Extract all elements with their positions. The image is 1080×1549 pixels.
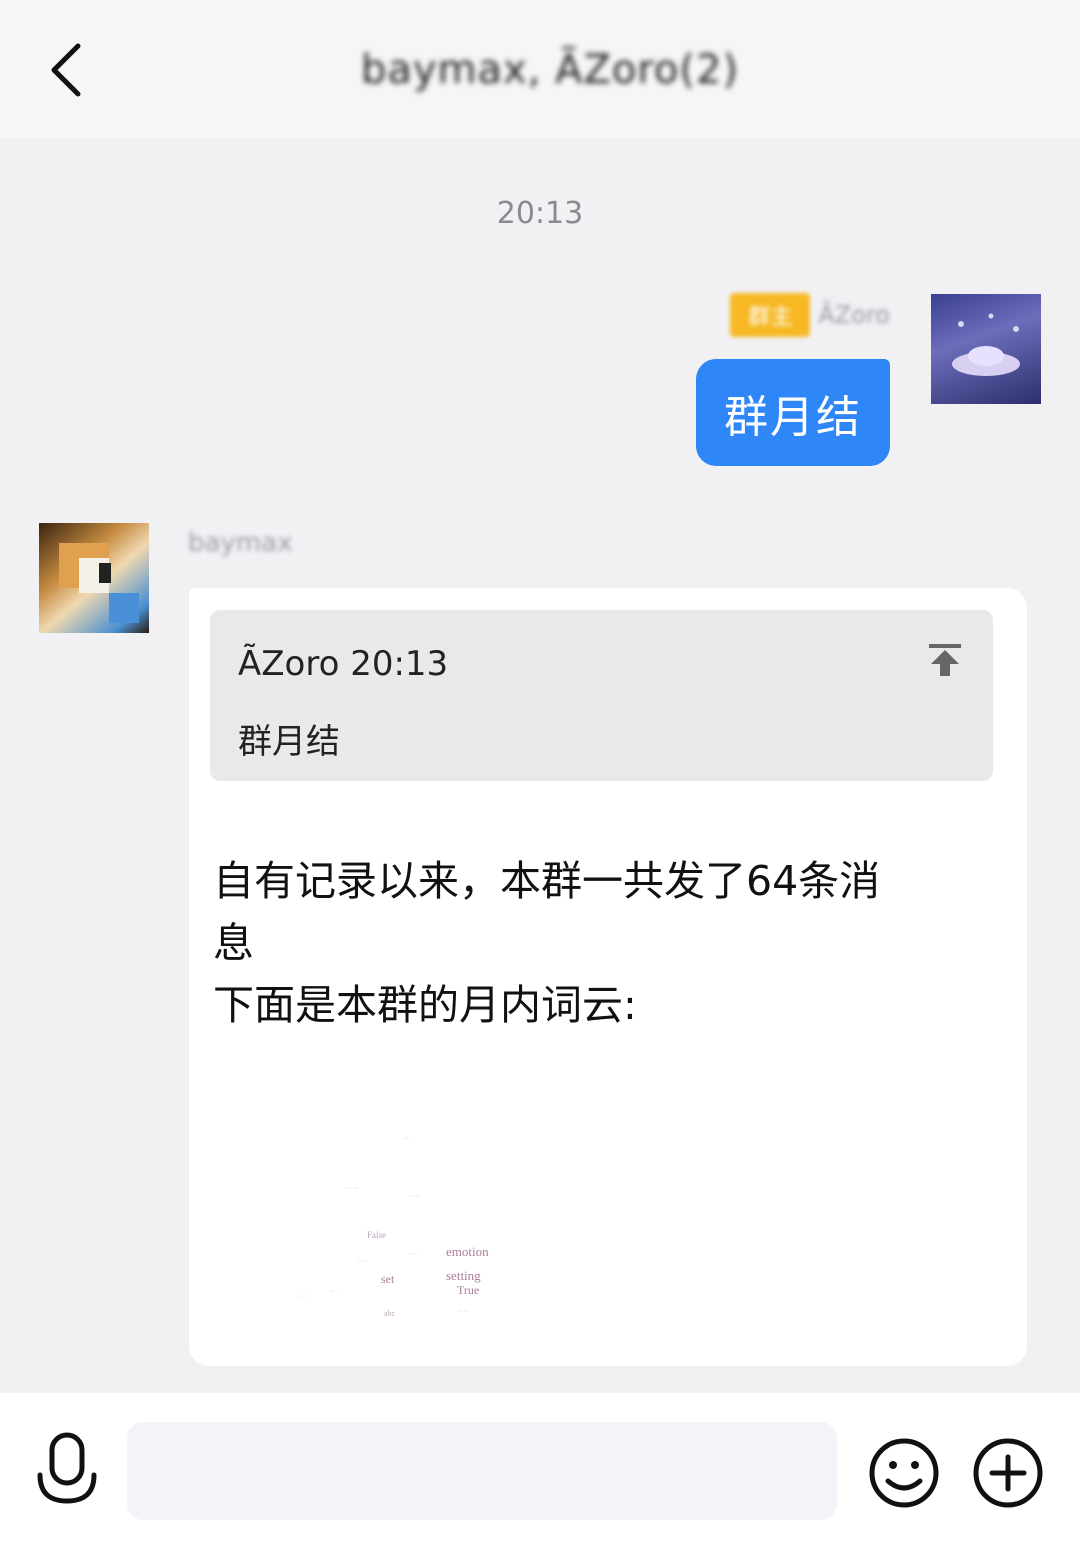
cloud-filler-word: ····· [357,1259,367,1265]
cloud-filler-word: ···· ··· [344,1186,360,1192]
self-avatar[interactable] [931,294,1041,404]
bot-message-line: 息 [213,919,254,967]
top-bar: baymax, ÃZoro(2) [0,0,1080,138]
chat-title[interactable]: baymax, ÃZoro(2) [300,38,800,102]
word-cloud-image[interactable]: ··· ···· ··· ·· ··· ····· ···· ·· · ··· … [289,1128,519,1328]
cloud-word: True [457,1283,479,1297]
self-message-bubble[interactable]: 群月结 [696,359,890,466]
bot-sender-name: baymax [188,528,293,558]
cloud-filler-word: ·· ··· [409,1194,421,1200]
self-sender-info: 群主 ÃZoro [730,293,890,337]
cloud-filler-word: ·· · [299,1294,307,1300]
cloud-word: emotion [446,1244,489,1259]
cloud-filler-word: ·· ·· [459,1309,469,1315]
emoji-icon[interactable] [868,1437,940,1509]
bot-avatar[interactable] [39,523,149,633]
bot-avatar-image [59,543,139,623]
self-sender-name: ÃZoro [818,301,890,329]
microphone-icon[interactable] [32,1431,102,1511]
quoted-message[interactable]: ÃZoro 20:13 群月结 [210,610,993,781]
cloud-filler-word: ··· · [329,1289,339,1295]
message-timestamp: 20:13 [496,196,584,231]
cloud-word: abc [384,1309,396,1318]
back-button[interactable] [36,38,96,102]
bot-message-line: 自有记录以来，本群一共发了64条消 [213,857,881,905]
cloud-filler-word: ···· [409,1252,417,1258]
bot-message-text: 自有记录以来，本群一共发了64条消 息 下面是本群的月内词云: [213,850,993,1036]
input-bar [0,1393,1080,1549]
back-arrow-icon [51,43,81,97]
jump-to-message-icon[interactable] [925,640,965,680]
cloud-word: setting [446,1268,481,1283]
cloud-filler-word: ··· [404,1136,410,1142]
owner-badge: 群主 [730,293,811,337]
self-avatar-image [952,313,1020,376]
cloud-word: set [381,1272,395,1286]
quoted-message-text: 群月结 [238,722,340,762]
message-input[interactable] [127,1422,837,1520]
bot-message-line: 下面是本群的月内词云: [213,981,637,1029]
bot-message-bubble[interactable]: ÃZoro 20:13 群月结 自有记录以来，本群一共发了64条消 息 下面是本… [189,588,1027,1366]
quoted-message-header: ÃZoro 20:13 [238,644,449,684]
plus-icon[interactable] [972,1437,1044,1509]
cloud-word: False [367,1230,386,1240]
